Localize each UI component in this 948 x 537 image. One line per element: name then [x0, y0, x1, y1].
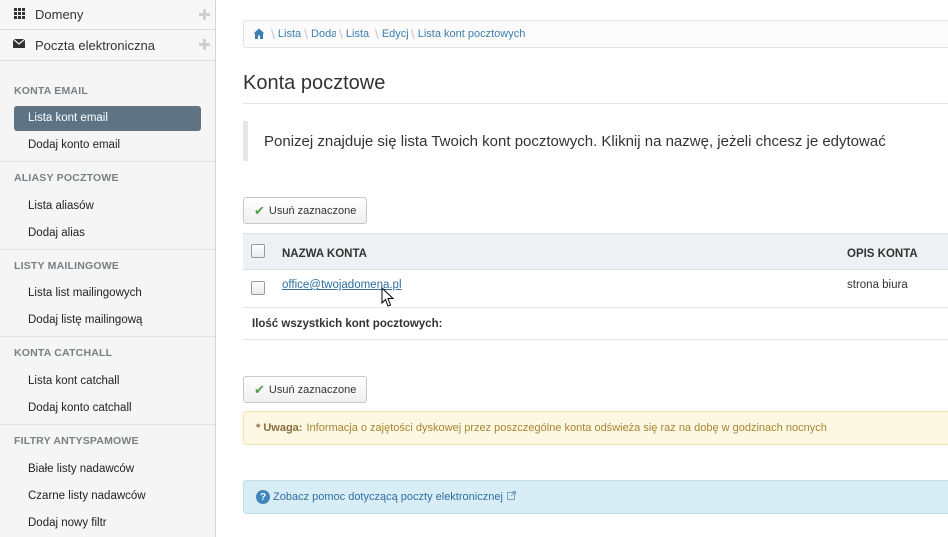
question-icon: ?: [256, 490, 270, 504]
external-link-icon: [506, 491, 516, 503]
nav-poczta-label: Poczta elektroniczna: [35, 37, 155, 53]
section-listy-mailingowe: LISTY MAILINGOWE: [14, 260, 120, 272]
expand-plus-icon[interactable]: [199, 39, 210, 50]
check-icon: ✔: [254, 381, 265, 397]
warning-alert: * Uwaga: Informacja o zajętości dyskowej…: [243, 411, 948, 445]
table-row: office@twojadomena.pl strona biura: [243, 270, 948, 308]
sidebar-item-czarne-listy[interactable]: Czarne listy nadawców: [0, 490, 146, 502]
total-accounts-label: Ilość wszystkich kont pocztowych:: [252, 318, 443, 330]
section-konta-email: KONTA EMAIL: [14, 85, 88, 97]
breadcrumb-item[interactable]: Lista l: [346, 28, 372, 40]
sidebar: Domeny Poczta elektroniczna KONTA EMAIL …: [0, 0, 216, 537]
delete-selected-button-bottom[interactable]: ✔ Usuń zaznaczone: [243, 376, 368, 403]
sidebar-item-dodaj-konto-email[interactable]: Dodaj konto email: [0, 139, 120, 151]
select-all-checkbox[interactable]: [251, 244, 265, 258]
warning-text: Informacja o zajętości dyskowej przez po…: [306, 422, 827, 434]
row-checkbox[interactable]: [251, 281, 265, 295]
delete-selected-button[interactable]: ✔ Usuń zaznaczone: [243, 197, 368, 224]
sidebar-item-biale-listy[interactable]: Białe listy nadawców: [0, 463, 134, 475]
warning-label: * Uwaga:: [256, 422, 303, 434]
section-catchall: KONTA CATCHALL: [14, 347, 113, 359]
nav-domeny[interactable]: Domeny: [0, 0, 215, 30]
col-header-desc: OPIS KONTA: [847, 248, 918, 260]
help-alert: ? Zobacz pomoc dotyczącą poczty elektron…: [243, 480, 948, 514]
page-title: Konta pocztowe: [243, 72, 386, 94]
accounts-table: NAZWA KONTA OPIS KONTA office@twojadomen…: [243, 233, 948, 340]
envelope-icon: [12, 38, 26, 51]
grid-icon: [13, 7, 25, 22]
sidebar-item-lista-list[interactable]: Lista list mailingowych: [0, 287, 142, 299]
breadcrumb-item[interactable]: Doda: [311, 28, 336, 40]
title-divider: [243, 103, 948, 104]
table-footer: Ilość wszystkich kont pocztowych:: [243, 308, 948, 340]
breadcrumb: \ Lista \ Doda \ Lista l \ Edycj \ Lista…: [243, 20, 948, 48]
sidebar-item-lista-aliasow[interactable]: Lista aliasów: [0, 200, 94, 212]
check-icon: ✔: [254, 202, 265, 218]
sidebar-item-lista-kont-email[interactable]: Lista kont email: [14, 106, 201, 131]
home-icon[interactable]: [253, 28, 265, 40]
section-filtry: FILTRY ANTYSPAMOWE: [14, 435, 139, 447]
expand-plus-icon[interactable]: [199, 9, 210, 20]
nav-poczta[interactable]: Poczta elektroniczna: [0, 30, 215, 61]
table-header: NAZWA KONTA OPIS KONTA: [243, 233, 948, 270]
help-link[interactable]: Zobacz pomoc dotyczącą poczty elektronic…: [273, 491, 503, 503]
nav-domeny-label: Domeny: [35, 7, 84, 22]
sidebar-item-dodaj-liste[interactable]: Dodaj listę mailingową: [0, 314, 142, 326]
sidebar-item-dodaj-filtr[interactable]: Dodaj nowy filtr: [0, 517, 107, 529]
sidebar-item-dodaj-catchall[interactable]: Dodaj konto catchall: [0, 402, 132, 414]
main-content: \ Lista \ Doda \ Lista l \ Edycj \ Lista…: [216, 0, 948, 537]
account-desc: strona biura: [847, 279, 908, 291]
breadcrumb-current[interactable]: Lista kont pocztowych: [418, 28, 526, 40]
col-header-name: NAZWA KONTA: [282, 248, 367, 260]
breadcrumb-item[interactable]: Lista: [278, 28, 301, 40]
sidebar-item-lista-catchall[interactable]: Lista kont catchall: [0, 375, 119, 387]
sidebar-item-dodaj-alias[interactable]: Dodaj alias: [0, 227, 85, 239]
info-message: Ponizej znajduje się lista Twoich kont p…: [243, 121, 948, 161]
breadcrumb-item[interactable]: Edycj: [382, 28, 408, 40]
mouse-cursor: [381, 286, 395, 311]
section-aliasy: ALIASY POCZTOWE: [14, 172, 119, 184]
